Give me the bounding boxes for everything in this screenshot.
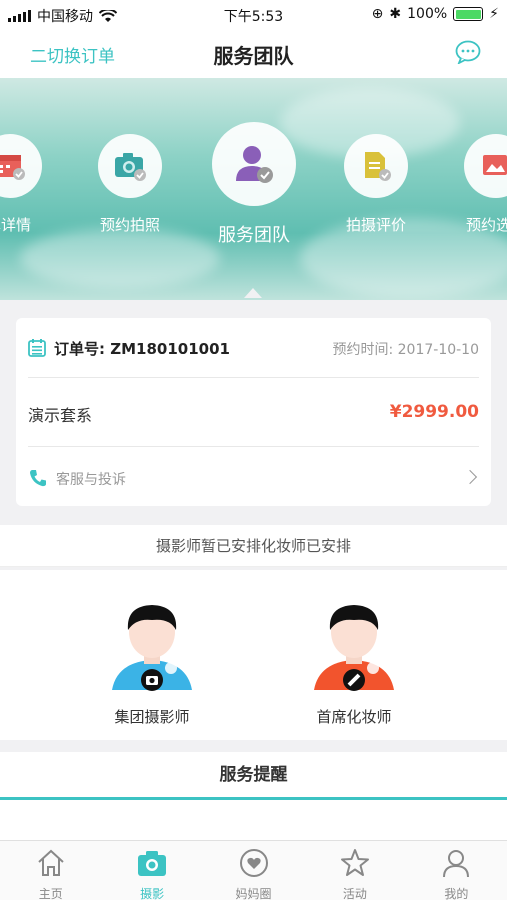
makeup-artist-avatar bbox=[314, 605, 394, 691]
banner-tab-service-team[interactable] bbox=[212, 122, 296, 206]
package-price: ¥2999.00 bbox=[389, 402, 479, 422]
phone-icon bbox=[30, 470, 46, 487]
team-member-photographer[interactable]: 集团摄影师 bbox=[92, 600, 212, 726]
order-card: 订单号: ZM180101001 预约时间: 2017-10-10 演示套系 ¥… bbox=[16, 318, 491, 506]
service-reminder-header: 服务提醒 bbox=[0, 752, 507, 800]
service-team-section: 集团摄影师 首席化妆师 bbox=[0, 570, 507, 740]
banner-tab-label: 拍摄评价 bbox=[345, 216, 406, 234]
charging-icon: ⚡ bbox=[489, 6, 499, 22]
tab-mine[interactable]: 我的 bbox=[406, 841, 507, 900]
camera-icon bbox=[138, 851, 167, 876]
battery-icon bbox=[453, 7, 484, 21]
team-member-makeup-artist[interactable]: 首席化妆师 bbox=[294, 600, 414, 726]
member-name: 集团摄影师 bbox=[114, 708, 190, 726]
person-icon bbox=[443, 850, 470, 878]
member-name: 首席化妆师 bbox=[316, 708, 392, 726]
banner-tab-order-detail[interactable] bbox=[0, 134, 42, 198]
document-check-icon bbox=[365, 152, 391, 181]
photo-icon bbox=[483, 155, 507, 175]
status-right: ⊕ ✱ 100% ⚡ bbox=[372, 6, 499, 22]
tab-label: 活动 bbox=[342, 887, 367, 900]
order-list-icon bbox=[28, 339, 46, 357]
tab-label: 主页 bbox=[38, 887, 63, 900]
order-header: 订单号: ZM180101001 预约时间: 2017-10-10 bbox=[28, 338, 479, 358]
service-complaint-label: 客服与投诉 bbox=[56, 472, 126, 488]
heart-circle-icon bbox=[239, 849, 268, 877]
camera-check-icon bbox=[115, 153, 146, 181]
rotation-lock-icon: ⊕ bbox=[371, 6, 384, 22]
banner-tab-review[interactable] bbox=[344, 134, 408, 198]
team-person-icon bbox=[236, 146, 273, 183]
divider bbox=[28, 446, 479, 447]
page-title: 服务团队 bbox=[213, 44, 294, 68]
tab-activity[interactable]: 活动 bbox=[304, 841, 405, 900]
tab-label: 妈妈圈 bbox=[235, 887, 272, 900]
tab-label: 摄影 bbox=[140, 887, 165, 900]
tab-home[interactable]: 主页 bbox=[0, 841, 101, 900]
active-tab-pointer bbox=[244, 288, 262, 298]
home-icon bbox=[38, 849, 64, 876]
star-icon bbox=[340, 849, 369, 876]
banner-tab-label: 预约拍照 bbox=[99, 216, 160, 234]
arrangement-status: 摄影师暂已安排化妆师已安排 bbox=[0, 525, 507, 567]
photographer-avatar bbox=[112, 605, 192, 691]
tab-photo[interactable]: 摄影 bbox=[101, 841, 202, 900]
banner: 单详情 预约拍照 服务团队 拍摄评价 预约选 bbox=[0, 78, 507, 300]
divider bbox=[28, 377, 479, 378]
service-complaint-row[interactable]: 客服与投诉 bbox=[16, 448, 491, 506]
chevron-right-icon bbox=[462, 469, 478, 485]
package-name: 演示套系 bbox=[28, 406, 93, 425]
order-number: 订单号: ZM180101001 bbox=[54, 340, 230, 358]
tab-moms-circle[interactable]: 妈妈圈 bbox=[203, 841, 304, 900]
banner-tab-book-select[interactable] bbox=[464, 134, 507, 198]
tab-label: 我的 bbox=[444, 887, 469, 900]
banner-tab-label: 预约选 bbox=[466, 216, 507, 234]
banner-tab-label: 单详情 bbox=[0, 216, 32, 234]
banner-tab-book-photo[interactable] bbox=[98, 134, 162, 198]
appointment-time: 预约时间: 2017-10-10 bbox=[332, 342, 479, 358]
status-bar: 中国移动 下午5:53 ⊕ ✱ 100% ⚡ bbox=[0, 0, 507, 28]
reminder-content bbox=[0, 800, 507, 840]
service-reminder-title: 服务提醒 bbox=[219, 765, 288, 785]
battery-percent: 100% bbox=[407, 6, 448, 22]
nav-bar: 二切换订单 服务团队 bbox=[0, 28, 507, 78]
banner-tab-label-active: 服务团队 bbox=[218, 225, 290, 246]
tab-bar: 主页 摄影 妈妈圈 活动 我的 bbox=[0, 840, 507, 900]
calendar-icon bbox=[0, 155, 25, 180]
message-icon[interactable] bbox=[455, 40, 481, 64]
bluetooth-icon: ✱ bbox=[389, 6, 402, 22]
